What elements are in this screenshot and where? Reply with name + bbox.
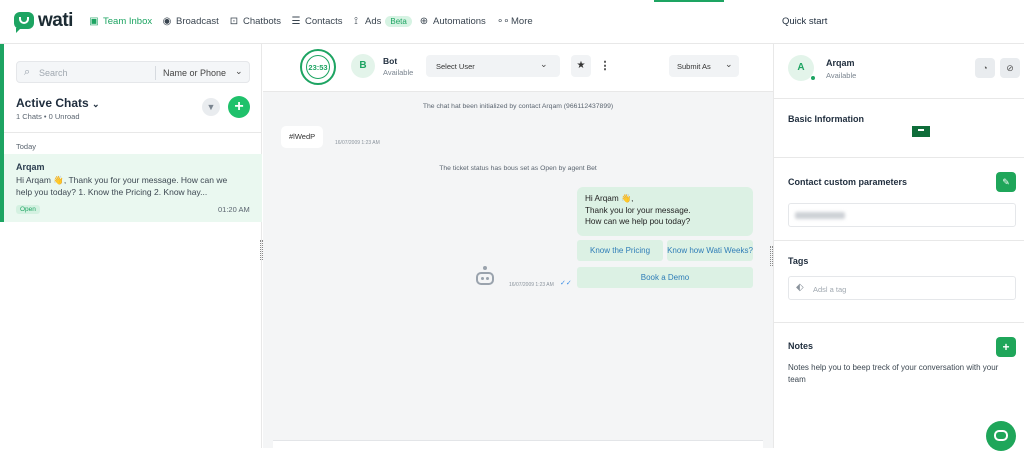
- notes-help-text: Notes help you to beep treck of your con…: [788, 363, 999, 384]
- more-vertical-icon[interactable]: ⋮: [597, 55, 613, 77]
- divider: [774, 322, 1024, 323]
- chevron-down-icon[interactable]: ⌄: [235, 66, 243, 77]
- assignee-name: Bot: [383, 56, 398, 66]
- top-accent-bar: [654, 0, 724, 2]
- nav-automations[interactable]: ⊕ Automations: [419, 16, 486, 27]
- new-chat-button[interactable]: +: [228, 96, 250, 118]
- divider: [4, 132, 262, 133]
- conversation-panel: 23:53 B Bot Available Select User ⌄ ★ ⋮ …: [263, 44, 773, 450]
- block-icon[interactable]: ⊘: [1000, 58, 1020, 78]
- section-title: Basic Information: [788, 114, 865, 124]
- divider: [774, 98, 1024, 99]
- quick-reply-button[interactable]: Book a Demo: [577, 267, 753, 288]
- search-icon: ⌕: [24, 66, 31, 78]
- filter-icon[interactable]: ▼: [202, 98, 220, 116]
- beta-badge: Beta: [385, 16, 412, 27]
- nav-contacts[interactable]: ☰ Contacts: [291, 16, 343, 27]
- conversation-header: 23:53 B Bot Available Select User ⌄ ★ ⋮ …: [263, 44, 773, 92]
- system-message: The ticket status has bous set as Open b…: [439, 165, 597, 172]
- message-bubble-incoming: #lWedP: [281, 126, 324, 148]
- more-dots-icon: ∘∘: [497, 15, 510, 27]
- edit-icon[interactable]: ✎: [996, 172, 1016, 192]
- search-bar: ⌕ Search Name or Phone ⌄: [16, 61, 250, 83]
- top-navigation: wati ▣ Team Inbox ◉ Broadcast ⊡ Chatbots…: [0, 0, 1024, 44]
- chat-list-panel: ⌕ Search Name or Phone ⌄ Active Chats ⌄ …: [0, 44, 263, 448]
- custom-parameter-field[interactable]: [788, 203, 1016, 227]
- select-user-dropdown[interactable]: Select User ⌄: [426, 55, 560, 77]
- active-chats-dropdown[interactable]: Active Chats ⌄: [16, 96, 100, 110]
- system-message: The chat hat been initialized by contact…: [422, 103, 614, 110]
- status-badge: Open: [16, 205, 40, 214]
- nav-team-inbox[interactable]: ▣ Team Inbox: [89, 16, 152, 27]
- chat-contact-name: Arqam: [16, 162, 45, 172]
- message-composer[interactable]: [273, 440, 763, 450]
- divider: [774, 157, 1024, 158]
- add-note-button[interactable]: +: [996, 337, 1016, 357]
- bot-avatar-icon: [475, 266, 495, 288]
- chat-preview: Hi Arqam 👋, Thank you for your message. …: [16, 175, 228, 197]
- session-timer: 23:53: [300, 49, 336, 85]
- section-title: Notes: [788, 341, 814, 351]
- chevron-down-icon: ⌄: [725, 59, 733, 69]
- tag-input[interactable]: ⬖ Adsl a tag: [788, 276, 1016, 300]
- broadcast-icon: ◉: [162, 15, 172, 27]
- automations-icon: ⊕: [419, 15, 429, 27]
- online-status-dot: [810, 75, 816, 81]
- message-bubble-outgoing: Hi Arqam 👋, Thank you lor your message. …: [577, 187, 753, 236]
- chatbot-icon: ⊡: [229, 15, 239, 27]
- avatar: B: [351, 54, 375, 78]
- message-time: 16/07/2009 1:23 AM: [509, 282, 554, 288]
- support-chat-button[interactable]: [986, 421, 1016, 451]
- contact-status: Available: [826, 71, 857, 80]
- chat-icon: [994, 430, 1008, 441]
- quick-reply-button[interactable]: Know the Pricing: [577, 240, 663, 261]
- active-chats-count: 1 Chats • 0 Unroad: [16, 112, 80, 121]
- chat-list-item[interactable]: Arqam Hi Arqam 👋, Thank you for your mes…: [4, 154, 262, 222]
- search-filter-select[interactable]: Name or Phone: [163, 68, 226, 78]
- brand-name: wati: [38, 10, 73, 31]
- nav-chatbots[interactable]: ⊡ Chatbots: [229, 16, 281, 27]
- whatsapp-icon[interactable]: ◔: [975, 58, 995, 78]
- section-title: Tags: [788, 256, 809, 266]
- double-check-icon: ✓✓: [560, 280, 572, 287]
- search-input[interactable]: Search: [39, 68, 68, 78]
- ads-icon: ⟟: [354, 15, 358, 27]
- contact-details-panel: A Arqam Available ◔ ⊘ Basic Information …: [773, 44, 1024, 448]
- nav-broadcast[interactable]: ◉ Broadcast: [162, 16, 219, 27]
- submit-as-dropdown[interactable]: Submit As ⌄: [669, 55, 739, 77]
- chat-time: 01:20 AM: [218, 205, 250, 214]
- timer-value: 23:53: [306, 55, 330, 79]
- contacts-icon: ☰: [291, 15, 301, 27]
- country-flag-icon: [912, 126, 930, 137]
- tag-icon: ⬖: [796, 282, 804, 293]
- quick-start-link[interactable]: Quick start: [782, 16, 827, 27]
- divider: [155, 66, 156, 80]
- section-title: Contact custom parameters: [788, 177, 908, 187]
- star-icon[interactable]: ★: [571, 55, 591, 77]
- message-time: 16/07/2009 1:23 AM: [335, 140, 380, 146]
- chevron-down-icon: ⌄: [540, 59, 548, 69]
- nav-ads[interactable]: ⟟ Ads Beta: [351, 16, 412, 27]
- assignee-status: Available: [383, 68, 414, 77]
- quick-reply-button[interactable]: Know how Wati Weeks?: [667, 240, 753, 261]
- wati-logo-icon: [14, 12, 34, 33]
- inbox-icon: ▣: [89, 15, 99, 27]
- nav-more[interactable]: ∘∘ More: [497, 16, 533, 27]
- chevron-down-icon: ⌄: [92, 99, 100, 109]
- divider: [774, 240, 1024, 241]
- section-label: Today: [16, 142, 37, 151]
- contact-name: Arqam: [826, 58, 855, 68]
